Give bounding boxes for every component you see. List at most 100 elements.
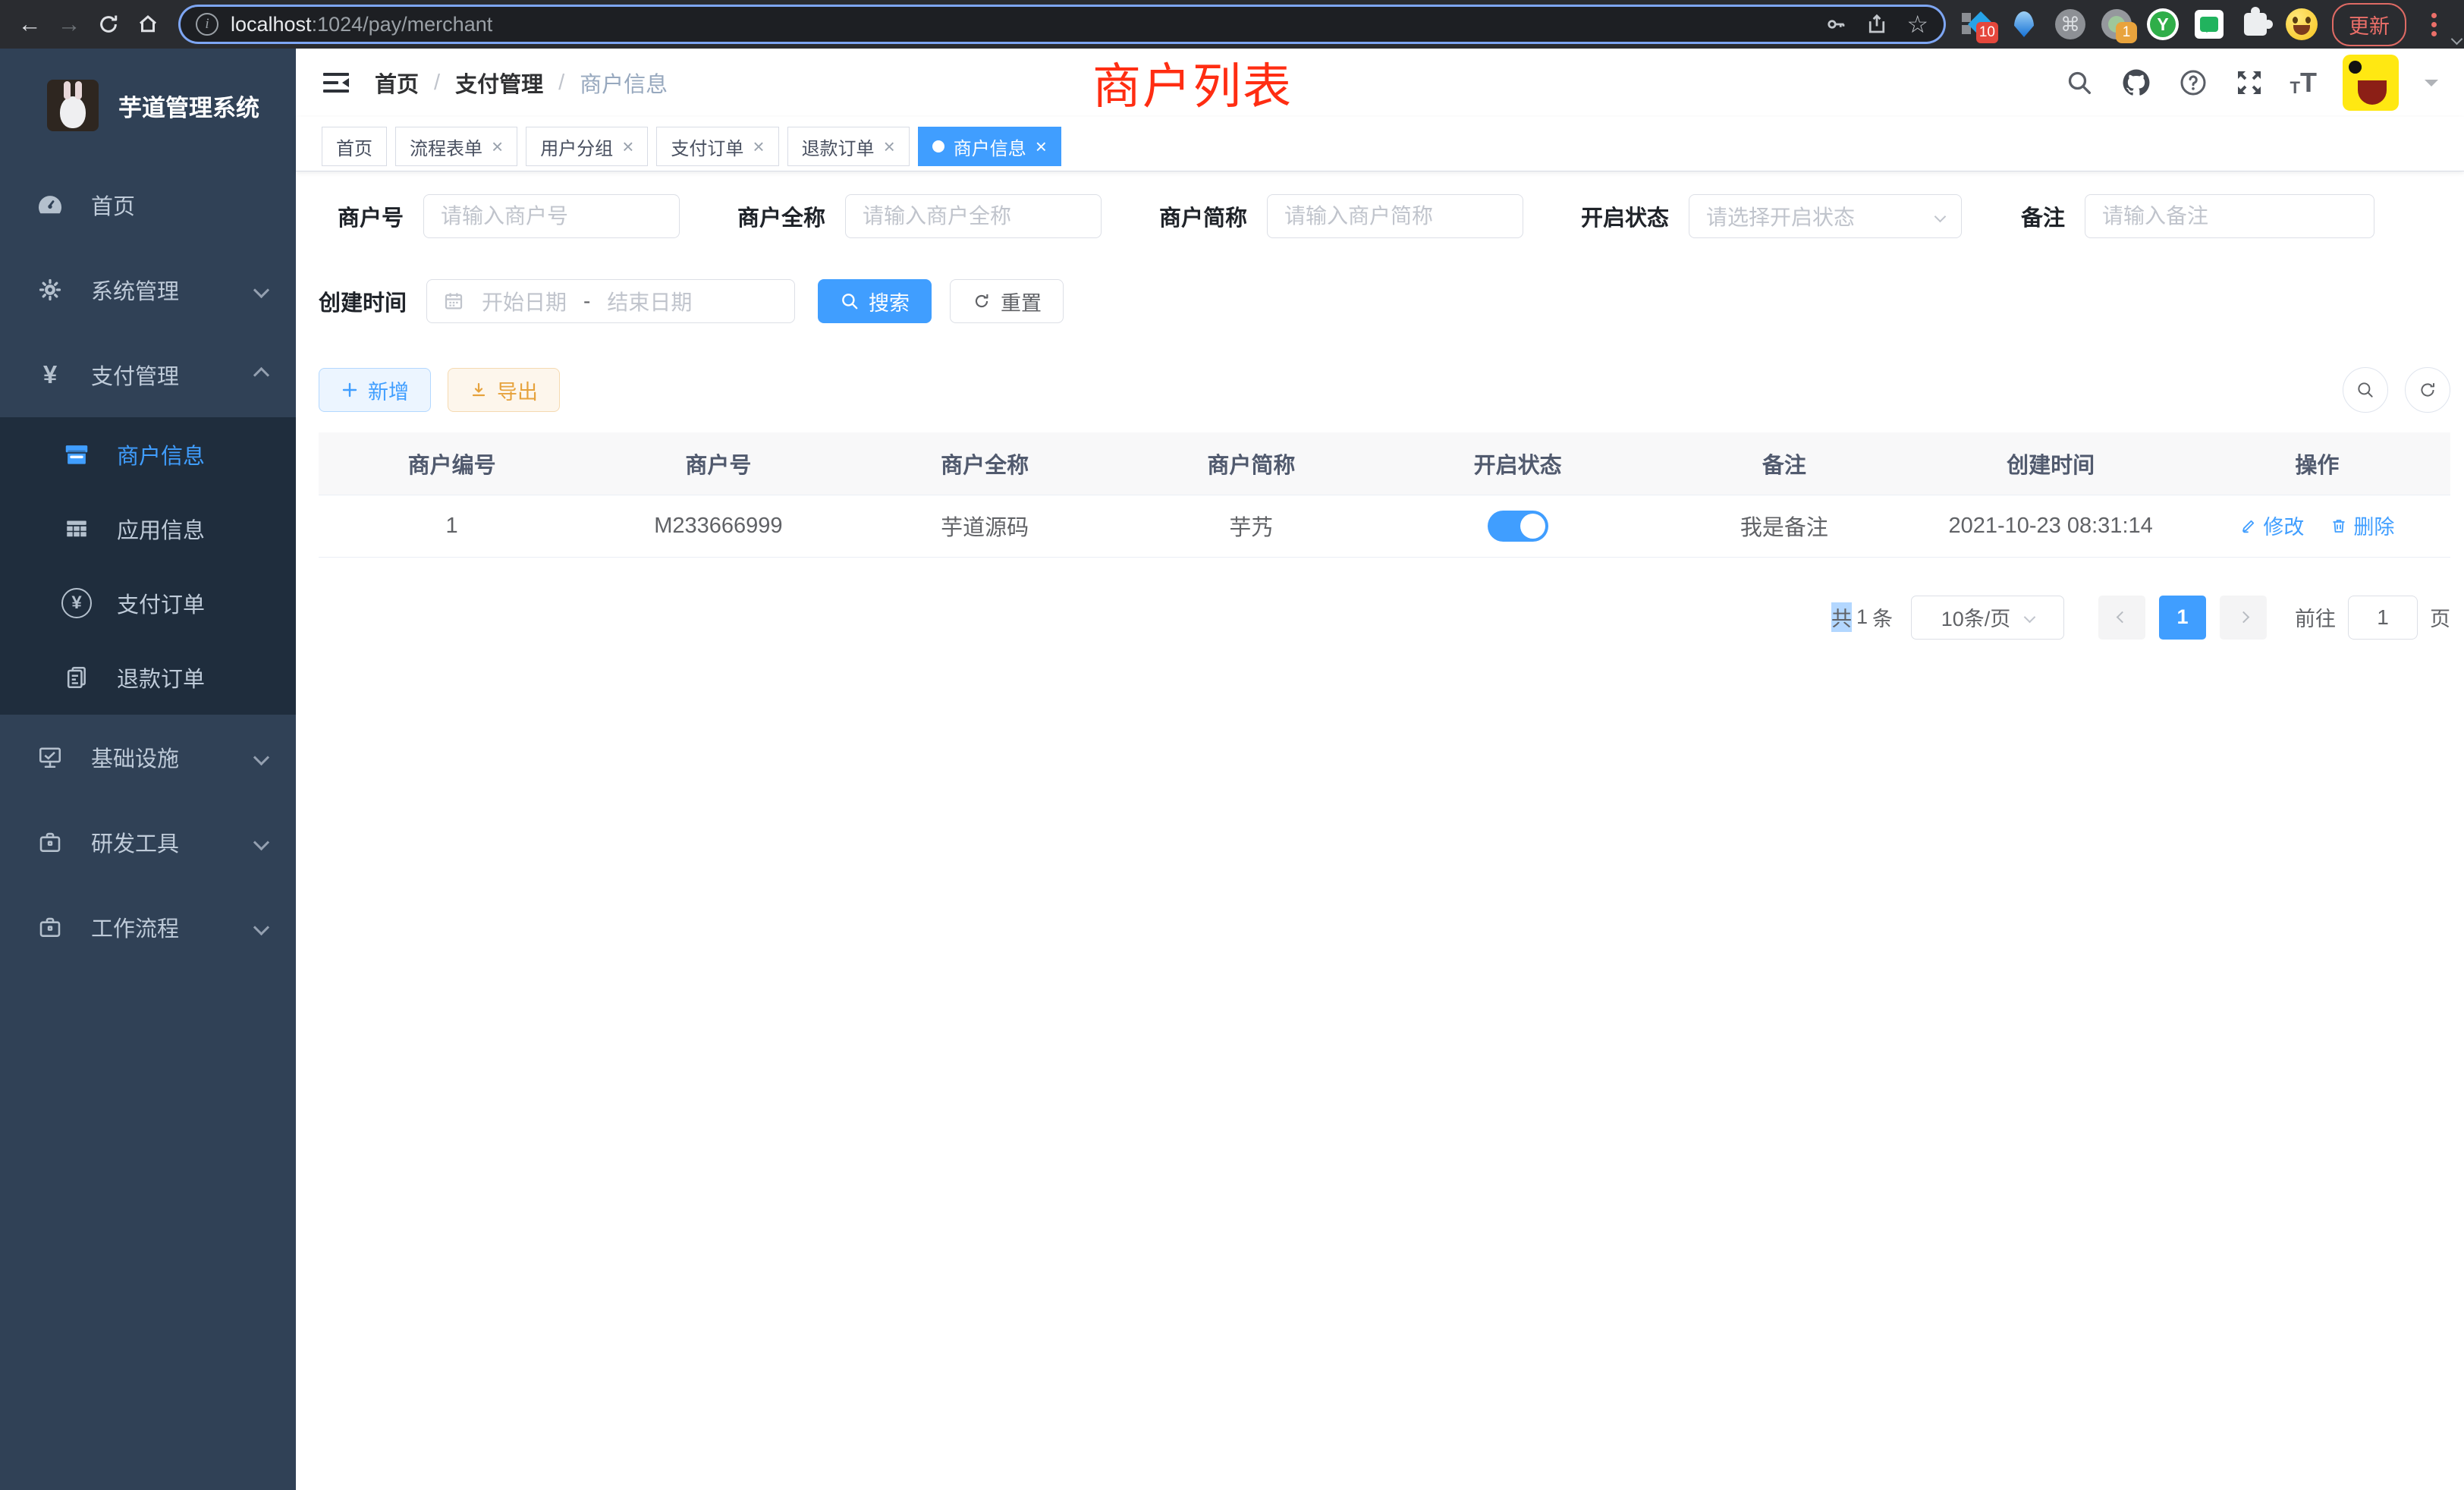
extension-circle-icon[interactable]: 1 [2101, 8, 2132, 40]
tab-user-group[interactable]: 用户分组× [526, 127, 648, 166]
sidebar-item-label: 商户信息 [117, 439, 205, 470]
browser-back-button[interactable]: ← [12, 7, 47, 42]
cell-create-time: 2021-10-23 08:31:14 [1918, 495, 2184, 557]
sidebar-item-refund-order[interactable]: 退款订单 [0, 640, 296, 715]
url-bar[interactable]: i localhost:1024/pay/merchant ☆ [181, 7, 1944, 42]
password-key-icon[interactable] [1824, 13, 1847, 36]
sidebar-item-infrastructure[interactable]: 基础设施 [0, 715, 296, 800]
short-name-input[interactable] [1267, 194, 1523, 238]
bookmark-star-icon[interactable]: ☆ [1906, 12, 1928, 36]
close-icon[interactable]: × [492, 137, 503, 156]
cell-status [1384, 495, 1651, 557]
chat-icon [2195, 10, 2224, 39]
fullscreen-icon[interactable] [2234, 68, 2264, 98]
delete-link[interactable]: 删除 [2330, 511, 2394, 540]
github-icon[interactable] [2120, 67, 2152, 99]
tab-merchant-info[interactable]: 商户信息× [918, 127, 1061, 166]
font-size-icon[interactable]: TT [2290, 69, 2317, 96]
full-name-input[interactable] [845, 194, 1102, 238]
browser-update-button[interactable]: 更新 [2332, 3, 2406, 46]
col-create-time: 创建时间 [1918, 432, 2184, 495]
merchant-no-input[interactable] [423, 194, 680, 238]
remark-input[interactable] [2085, 194, 2374, 238]
page-size-select[interactable]: 10条/页 [1911, 596, 2064, 640]
extension-pin-icon[interactable] [2008, 8, 2040, 40]
field-label: 创建时间 [319, 285, 407, 317]
sidebar-item-pay-order[interactable]: ¥ 支付订单 [0, 566, 296, 640]
home-icon [137, 13, 159, 36]
sidebar-item-payment[interactable]: ¥ 支付管理 [0, 332, 296, 417]
extension-chat-icon[interactable] [2193, 8, 2225, 40]
site-info-icon[interactable]: i [196, 13, 218, 36]
extension-area: 10 ⌘ 1 Y 更新 [1954, 3, 2452, 46]
cell-remark: 我是备注 [1651, 495, 1917, 557]
status-toggle[interactable] [1488, 511, 1548, 542]
goto-page-input[interactable] [2348, 596, 2418, 640]
extension-y-icon[interactable]: Y [2147, 8, 2179, 40]
breadcrumb-home[interactable]: 首页 [375, 67, 419, 99]
extension-command-icon[interactable]: ⌘ [2054, 8, 2086, 40]
avatar-caret-icon[interactable] [2425, 80, 2438, 93]
close-icon[interactable]: × [884, 137, 895, 156]
hide-search-button[interactable] [2343, 367, 2388, 413]
page-annotation: 商户列表 [1092, 49, 1293, 117]
help-icon[interactable] [2178, 68, 2208, 98]
close-icon[interactable]: × [1036, 137, 1047, 156]
sidebar-item-label: 基础设施 [91, 741, 179, 773]
extension-emoji-icon[interactable] [2286, 8, 2318, 40]
pencil-icon [2239, 517, 2258, 535]
refresh-table-button[interactable] [2405, 367, 2450, 413]
tab-home[interactable]: 首页 [322, 127, 387, 166]
user-avatar[interactable] [2343, 55, 2399, 111]
sidebar-item-label: 研发工具 [91, 826, 179, 858]
reset-button[interactable]: 重置 [950, 279, 1064, 323]
breadcrumb-current: 商户信息 [580, 67, 668, 99]
profile-chevron-icon[interactable] [2453, 33, 2461, 47]
chevron-down-icon [2024, 611, 2036, 624]
grid-icon [59, 515, 94, 542]
total-suffix: 条 [1872, 602, 1893, 632]
status-select[interactable]: 请选择开启状态 [1689, 194, 1962, 238]
col-merchant-no: 商户号 [585, 432, 851, 495]
page-1-button[interactable]: 1 [2159, 596, 2206, 640]
date-range-picker[interactable]: 开始日期 - 结束日期 [426, 279, 795, 323]
browser-reload-button[interactable] [91, 7, 126, 42]
search-button[interactable]: 搜索 [818, 279, 932, 323]
sidebar-logo[interactable]: 芋道管理系统 [0, 49, 296, 162]
browser-menu-button[interactable] [2431, 13, 2437, 36]
gear-icon [32, 276, 68, 303]
tab-refund-order[interactable]: 退款订单× [787, 127, 910, 166]
sidebar-item-system[interactable]: 系统管理 [0, 247, 296, 332]
share-icon[interactable] [1865, 13, 1888, 36]
add-button[interactable]: 新增 [319, 368, 431, 412]
browser-toolbar: ← → i localhost:1024/pay/merchant ☆ 10 ⌘… [0, 0, 2464, 49]
sidebar-item-workflow[interactable]: 工作流程 [0, 885, 296, 970]
prev-page-button[interactable] [2098, 596, 2145, 640]
filter-remark: 备注 [2019, 194, 2374, 238]
tab-pay-order[interactable]: 支付订单× [656, 127, 778, 166]
field-label: 商户全称 [737, 200, 825, 232]
browser-home-button[interactable] [130, 7, 165, 42]
sidebar-fold-button[interactable] [322, 68, 352, 98]
breadcrumb-payment[interactable]: 支付管理 [455, 67, 543, 99]
cell-merchant-no: M233666999 [585, 495, 851, 557]
sidebar-item-app-info[interactable]: 应用信息 [0, 492, 296, 566]
search-icon[interactable] [2064, 68, 2095, 98]
puzzle-icon [2244, 13, 2267, 36]
browser-forward-button[interactable]: → [52, 7, 86, 42]
extension-diamond-icon[interactable]: 10 [1962, 8, 1994, 40]
close-icon[interactable]: × [753, 137, 764, 156]
extension-puzzle-icon[interactable] [2239, 8, 2271, 40]
sidebar-item-dev-tools[interactable]: 研发工具 [0, 800, 296, 885]
chevron-down-icon [253, 834, 269, 850]
pagination-goto: 前往 页 [2295, 596, 2450, 640]
edit-link[interactable]: 修改 [2239, 511, 2304, 540]
pagination: 共 1 条 10条/页 1 前往 页 [319, 596, 2450, 640]
close-icon[interactable]: × [622, 137, 633, 156]
next-page-button[interactable] [2220, 596, 2267, 640]
goto-suffix: 页 [2430, 602, 2450, 632]
sidebar-item-merchant-info[interactable]: 商户信息 [0, 417, 296, 492]
tab-process-form[interactable]: 流程表单× [395, 127, 517, 166]
export-button[interactable]: 导出 [448, 368, 560, 412]
sidebar-item-home[interactable]: 首页 [0, 162, 296, 247]
